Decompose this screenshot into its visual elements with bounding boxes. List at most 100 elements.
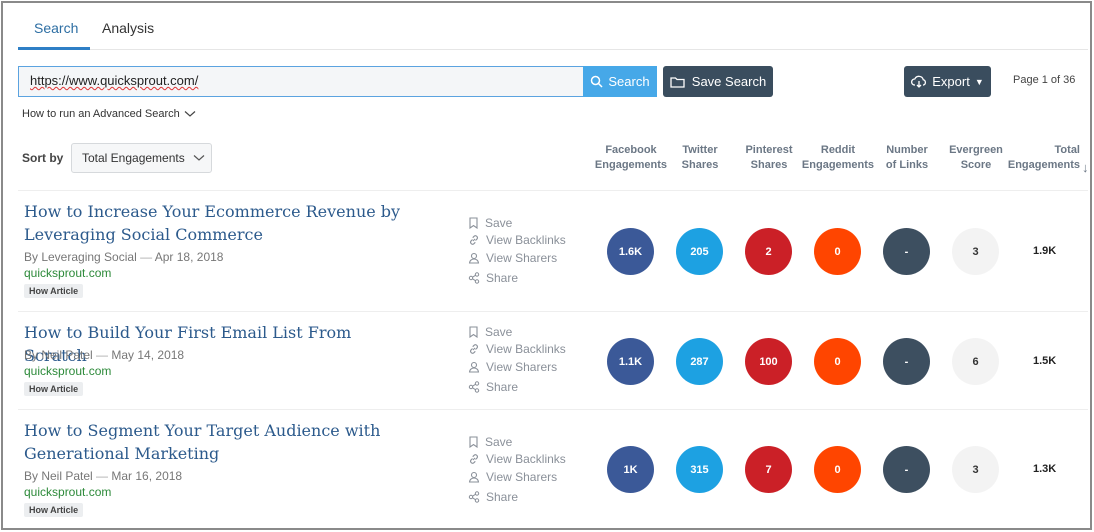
user-icon — [468, 471, 480, 483]
action-sharers[interactable]: View Sharers — [468, 251, 557, 265]
export-label: Export — [932, 74, 970, 89]
column-header-twitter[interactable]: Twitter Shares — [662, 143, 738, 173]
action-label: View Backlinks — [486, 342, 566, 356]
result-title[interactable]: How to Segment Your Target Audience with… — [24, 419, 414, 465]
sort-arrow-icon[interactable]: ↓ — [1082, 160, 1089, 175]
column-header-line: Shares — [750, 159, 788, 171]
metric-reddit: 0 — [814, 228, 861, 275]
metric-twitter: 287 — [676, 338, 723, 385]
bookmark-icon — [468, 326, 479, 338]
sort-label: Sort by — [22, 151, 64, 165]
result-author: By Neil Patel — [24, 469, 93, 483]
folder-icon — [670, 76, 685, 88]
content-type-badge: How Article — [24, 503, 84, 517]
content-type-badge: How Article — [24, 284, 84, 298]
save-search-button[interactable]: Save Search — [663, 66, 773, 97]
result-domain[interactable]: quicksprout.com — [24, 485, 111, 499]
column-header-links[interactable]: Number of Links — [869, 143, 945, 173]
action-sharers[interactable]: View Sharers — [468, 470, 557, 484]
column-header-line: Engagements — [801, 159, 875, 171]
action-backlinks[interactable]: View Backlinks — [468, 233, 566, 247]
result-domain[interactable]: quicksprout.com — [24, 364, 111, 378]
caret-down-icon: ▼ — [974, 76, 984, 87]
column-header-total[interactable]: Total Engagements — [1000, 143, 1080, 173]
metric-facebook: 1.6K — [607, 228, 654, 275]
export-button[interactable]: Export ▼ — [904, 66, 991, 97]
metric-total: 1.9K — [1033, 245, 1057, 257]
action-backlinks[interactable]: View Backlinks — [468, 342, 566, 356]
metric-total: 1.3K — [1033, 463, 1057, 475]
metric-facebook: 1.1K — [607, 338, 654, 385]
column-header-line: Total — [1054, 144, 1080, 156]
bookmark-icon — [468, 217, 479, 229]
byline-separator: — — [92, 469, 112, 483]
column-header-reddit[interactable]: Reddit Engagements — [800, 143, 876, 173]
column-header-line: Twitter — [682, 144, 718, 156]
result-row: How to Build Your First Email List From … — [18, 311, 1088, 409]
column-header-line: Number — [886, 144, 928, 156]
metric-twitter: 205 — [676, 228, 723, 275]
column-header-line: Evergreen — [949, 144, 1003, 156]
chevron-down-icon — [184, 110, 196, 118]
result-domain[interactable]: quicksprout.com — [24, 266, 111, 280]
column-header-line: Engagements — [594, 159, 668, 171]
result-author: By Leveraging Social — [24, 250, 137, 264]
bookmark-icon — [468, 436, 479, 448]
search-button-label: Search — [608, 74, 650, 89]
action-label: Save — [485, 325, 513, 339]
sort-dropdown[interactable]: Total Engagements — [71, 143, 212, 173]
byline-separator: — — [92, 348, 112, 362]
action-label: Save — [485, 435, 513, 449]
action-save[interactable]: Save — [468, 216, 512, 230]
action-share[interactable]: Share — [468, 490, 518, 504]
tab-bar: Search Analysis — [18, 10, 1088, 50]
column-header-line: Reddit — [820, 144, 856, 156]
action-backlinks[interactable]: View Backlinks — [468, 452, 566, 466]
column-header-pinterest[interactable]: Pinterest Shares — [731, 143, 807, 173]
result-author: By Neil Patel — [24, 348, 93, 362]
advanced-search-label: How to run an Advanced Search — [22, 108, 180, 120]
tab-search[interactable]: Search — [18, 10, 90, 50]
result-byline: By Neil Patel — May 14, 2018 — [24, 348, 184, 362]
metric-evergreen: 3 — [952, 228, 999, 275]
metric-links: - — [883, 338, 930, 385]
column-header-line: Pinterest — [745, 144, 793, 156]
action-label: View Sharers — [486, 360, 558, 374]
search-input-value: https://www.quicksprout.com/ — [30, 73, 199, 88]
action-label: Save — [485, 216, 513, 230]
user-icon — [468, 361, 480, 373]
column-header-line: Engagements — [1007, 159, 1080, 171]
column-header-line: Shares — [681, 159, 719, 171]
tab-analysis[interactable]: Analysis — [86, 10, 170, 50]
action-share[interactable]: Share — [468, 380, 518, 394]
action-label: View Backlinks — [486, 452, 566, 466]
result-date: May 14, 2018 — [111, 348, 185, 362]
link-icon — [468, 234, 480, 246]
column-header-facebook[interactable]: Facebook Engagements — [593, 143, 669, 173]
metric-pinterest: 7 — [745, 446, 792, 493]
result-byline: By Leveraging Social — Apr 18, 2018 — [24, 250, 223, 264]
search-icon — [590, 75, 603, 88]
link-icon — [468, 453, 480, 465]
pagination-text: Page 1 of 36 — [1013, 74, 1076, 86]
metric-reddit: 0 — [814, 338, 861, 385]
result-title[interactable]: How to Increase Your Ecommerce Revenue b… — [24, 200, 414, 246]
metric-evergreen: 6 — [952, 338, 999, 385]
content-type-badge: How Article — [24, 382, 84, 396]
result-date: Mar 16, 2018 — [111, 469, 183, 483]
result-row: How to Segment Your Target Audience with… — [18, 409, 1088, 527]
action-label: Share — [486, 271, 519, 285]
action-label: View Sharers — [486, 470, 558, 484]
action-share[interactable]: Share — [468, 271, 518, 285]
metric-reddit: 0 — [814, 446, 861, 493]
search-button[interactable]: Search — [583, 66, 657, 97]
cloud-download-icon — [911, 75, 927, 88]
action-sharers[interactable]: View Sharers — [468, 360, 557, 374]
metric-twitter: 315 — [676, 446, 723, 493]
action-label: View Backlinks — [486, 233, 566, 247]
advanced-search-link[interactable]: How to run an Advanced Search — [22, 108, 196, 120]
action-save[interactable]: Save — [468, 435, 512, 449]
column-header-line: Score — [960, 159, 992, 171]
metric-evergreen: 3 — [952, 446, 999, 493]
action-save[interactable]: Save — [468, 325, 512, 339]
